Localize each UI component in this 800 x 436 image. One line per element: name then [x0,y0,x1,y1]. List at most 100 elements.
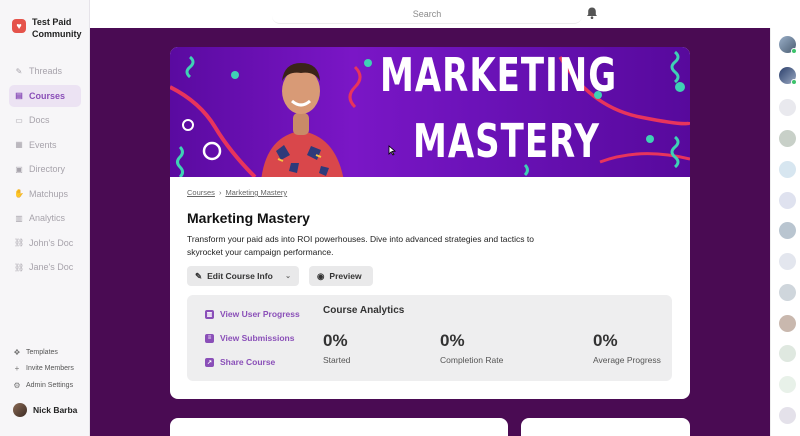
sidebar-item-events[interactable]: ▦ Events [9,134,81,156]
stat-value: 0% [593,331,618,350]
stat-started: 0% Started [323,331,350,365]
share-course-label: Share Course [220,357,276,367]
view-user-progress-label: View User Progress [220,309,300,319]
avatar[interactable] [779,161,796,178]
view-submissions-link[interactable]: ≡ View Submissions [205,333,294,343]
sidebar-item-docs[interactable]: ▭ Docs [9,109,81,131]
sidebar-item-janes-doc[interactable]: ⛓ Jane's Doc [9,256,81,278]
invite-members-label: Invite Members [26,365,74,373]
brand[interactable]: ♥ Test Paid Community [12,16,92,40]
pencil-icon: ✎ [195,270,203,281]
heart-icon: ♥ [12,19,26,33]
sidebar-item-label: Jane's Doc [29,262,74,272]
stat-label: Started [323,355,351,365]
current-user[interactable]: Nick Barba [13,403,77,417]
banner-title-line1: MARKETING [380,49,618,103]
sidebar-item-johns-doc[interactable]: ⛓ John's Doc [9,232,81,254]
sidebar-item-label: Courses [29,90,66,101]
chart-icon: ▥ [205,309,214,319]
avatar[interactable] [779,130,796,147]
sidebar-item-courses[interactable]: ▤ Courses [9,84,81,107]
avatar[interactable] [779,222,796,239]
avatar[interactable] [779,192,796,209]
sidebar-item-threads[interactable]: ✎ Threads [9,60,81,82]
templates-label: Templates [26,348,58,356]
user-name: Nick Barba [33,405,78,415]
avatar[interactable] [779,407,796,424]
share-course-link[interactable]: ↗ Share Course [205,357,275,367]
stat-completion-rate: 0% Completion Rate [440,331,503,365]
avatar[interactable] [779,315,796,332]
matchups-icon: ✋ [14,189,24,198]
avatar[interactable] [779,36,797,54]
admin-settings-link[interactable]: ⚙ Admin Settings [13,377,85,394]
sidebar-footer-links: ❖ Templates + Invite Members ⚙ Admin Settin… [13,344,85,394]
community-name: Test Paid Community [32,17,82,39]
course-description: Transform your paid ads into ROI powerho… [187,234,534,257]
sidebar-item-matchups[interactable]: ✋ Matchups [9,183,81,205]
templates-link[interactable]: ❖ Templates [13,344,85,361]
threads-icon: ✎ [15,66,23,76]
cursor-icon [388,145,396,156]
sidebar-item-label: Events [29,139,57,150]
breadcrumb-courses-link[interactable]: Courses [187,188,215,197]
templates-icon: ❖ [13,347,21,357]
sidebar-item-label: Analytics [29,213,66,223]
sidebar-item-label: Docs [29,115,50,125]
avatar[interactable] [779,376,796,393]
chevron-right-icon: › [218,188,222,197]
secondary-card [170,418,508,436]
avatar[interactable] [779,67,797,85]
edit-course-info-label: Edit Course Info [207,271,273,281]
analytics-title: Course Analytics [323,305,405,316]
chevron-down-icon[interactable]: ⌄ [285,272,291,280]
stat-label: Average Progress [593,355,661,365]
breadcrumb-current[interactable]: Marketing Mastery [225,188,287,197]
avatar[interactable] [779,345,796,362]
stat-value: 0% [323,331,348,350]
analytics-icon: ▥ [15,213,23,223]
avatar[interactable] [779,253,796,270]
avatar[interactable] [779,99,796,116]
directory-icon: ▣ [15,164,23,174]
banner-title-line2: MASTERY [413,115,600,169]
book-icon: ▤ [15,91,23,100]
page-title: Marketing Mastery [187,210,310,226]
sidebar: ♥ Test Paid Community ✎ Threads ▤ Courses … [0,0,90,436]
avatar[interactable] [779,284,796,301]
course-analytics-panel: ▥ View User Progress ≡ View Submissions … [187,295,672,381]
topbar: Search [90,0,770,28]
online-status-dot [791,79,797,85]
preview-button[interactable]: ◉ Preview [309,266,373,286]
edit-course-info-button[interactable]: ✎ Edit Course Info ⌄ [187,266,299,286]
sidebar-item-analytics[interactable]: ▥ Analytics [9,207,81,229]
eye-icon: ◉ [317,270,325,281]
admin-settings-label: Admin Settings [26,381,74,389]
gear-icon: ⚙ [13,380,21,390]
course-banner: MARKETING MASTERY [170,47,690,177]
stat-label: Completion Rate [440,355,504,365]
invite-members-link[interactable]: + Invite Members [13,361,85,378]
sidebar-item-label: Matchups [29,188,69,199]
sidebar-item-label: Directory [29,164,66,174]
link-icon: ⛓ [14,262,25,272]
preview-label: Preview [329,271,362,281]
members-strip [770,28,800,436]
online-status-dot [791,48,797,54]
view-user-progress-link[interactable]: ▥ View User Progress [205,309,300,319]
search-input[interactable]: Search [272,4,582,24]
stat-average-progress: 0% Average Progress [593,331,661,365]
tertiary-card [521,418,690,436]
share-icon: ↗ [205,357,214,367]
sidebar-item-directory[interactable]: ▣ Directory [9,158,81,180]
doc-icon: ▭ [15,115,23,125]
bell-icon[interactable] [585,6,599,20]
instructor-photo [261,63,344,177]
plus-icon: + [14,364,20,374]
sidebar-item-label: John's Doc [29,237,74,248]
sidebar-item-label: Threads [29,66,63,76]
link-icon: ⛓ [14,238,25,247]
breadcrumb: Courses › Marketing Mastery [187,188,287,197]
sidebar-nav: ✎ Threads ▤ Courses ▭ Docs ▦ Events ▣ Directo… [9,60,81,281]
avatar [13,403,27,417]
